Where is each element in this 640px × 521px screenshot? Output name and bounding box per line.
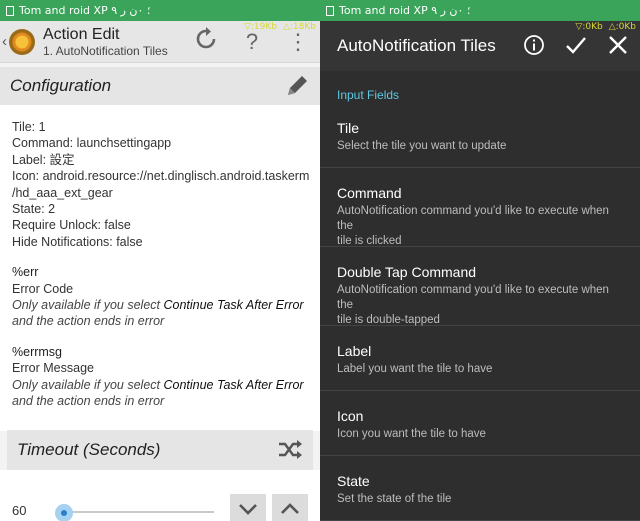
configuration-title: Configuration bbox=[10, 76, 112, 95]
refresh-icon[interactable] bbox=[194, 27, 218, 57]
config-lines: Tile: 1 Command: launchsettingapp Label:… bbox=[12, 119, 310, 250]
field-command[interactable]: Command AutoNotification command you'd l… bbox=[320, 168, 640, 247]
variable-note: Only available if you select Continue Ta… bbox=[12, 297, 308, 313]
app-bar-actions bbox=[522, 33, 630, 57]
note-emphasis: Continue Task After Error bbox=[163, 377, 304, 392]
info-icon[interactable] bbox=[522, 33, 546, 57]
timeout-slider-track[interactable] bbox=[64, 511, 214, 513]
variable-errmsg: %errmsg Error Message Only available if … bbox=[12, 344, 308, 410]
field-state[interactable]: State Set the state of the tile bbox=[320, 456, 640, 521]
variable-note: Only available if you select Continue Ta… bbox=[12, 377, 308, 393]
field-desc: Set the state of the tile bbox=[337, 493, 452, 505]
back-arrow-icon[interactable]: ‹ bbox=[2, 33, 7, 50]
config-line: Icon: android.resource://net.dinglisch.a… bbox=[12, 169, 310, 184]
status-text: Tom and roid XP ۹ ؛ ٠ن ر bbox=[339, 4, 471, 17]
page-title: AutoNotification Tiles bbox=[337, 36, 496, 55]
upload-speed: △:0Kb bbox=[608, 22, 636, 32]
overflow-menu-icon[interactable]: ⋮ bbox=[286, 29, 310, 55]
field-desc: AutoNotification command you'd like to e… bbox=[337, 283, 623, 328]
config-line: Tile: 1 bbox=[12, 120, 46, 134]
field-title: Command bbox=[337, 185, 402, 201]
chevron-up-icon bbox=[281, 503, 299, 514]
timeout-title: Timeout (Seconds) bbox=[17, 440, 161, 459]
field-desc-line: AutoNotification command you'd like to e… bbox=[337, 205, 609, 232]
field-tile[interactable]: Tile Select the tile you want to update bbox=[320, 113, 640, 168]
timeout-controls: 60 bbox=[0, 470, 320, 521]
note-text: Only available if you select bbox=[12, 298, 164, 313]
timeout-increment-button[interactable] bbox=[272, 494, 308, 521]
variable-desc: Error Code bbox=[12, 281, 74, 296]
action-edit-pane: Tom and roid XP ۹ ؛ ٠ن ر ▽:19Kb △:18Kb ‹… bbox=[0, 0, 320, 521]
network-speed: ▽:19Kb △:18Kb bbox=[244, 22, 316, 32]
field-desc-line: tile is double-tapped bbox=[337, 314, 440, 326]
shuffle-icon[interactable] bbox=[277, 437, 303, 463]
status-bar: Tom and roid XP ۹ ؛ ٠ن ر bbox=[320, 0, 640, 21]
timeout-header: Timeout (Seconds) bbox=[7, 430, 313, 470]
note-text: Only available if you select bbox=[12, 377, 164, 392]
field-desc-line: tile is clicked bbox=[337, 235, 402, 247]
field-title: State bbox=[337, 473, 370, 489]
field-desc: Label you want the tile to have bbox=[337, 363, 493, 375]
config-line: Command: launchsettingapp bbox=[12, 136, 172, 151]
page-title: Action Edit bbox=[43, 25, 120, 43]
download-speed: ▽:19Kb bbox=[243, 22, 277, 32]
field-desc: Select the tile you want to update bbox=[337, 140, 507, 152]
variable-err: %err Error Code Only available if you se… bbox=[12, 264, 308, 330]
screenshot-split: Tom and roid XP ۹ ؛ ٠ن ر ▽:19Kb △:18Kb ‹… bbox=[0, 0, 640, 521]
field-desc-line: AutoNotification command you'd like to e… bbox=[337, 284, 609, 311]
tasker-app-icon[interactable] bbox=[9, 28, 35, 55]
timeout-slider-thumb[interactable] bbox=[55, 504, 73, 521]
download-speed: ▽:0Kb bbox=[575, 22, 603, 32]
field-double-tap-command[interactable]: Double Tap Command AutoNotification comm… bbox=[320, 247, 640, 326]
upload-speed: △:18Kb bbox=[282, 22, 316, 32]
note-emphasis: Continue Task After Error bbox=[163, 298, 304, 313]
chevron-down-icon bbox=[239, 504, 257, 515]
notification-icon bbox=[326, 5, 334, 16]
field-desc: Icon you want the tile to have bbox=[337, 428, 486, 440]
timeout-decrement-button[interactable] bbox=[230, 494, 266, 521]
config-line: Require Unlock: false bbox=[12, 218, 131, 233]
configuration-body: Tile: 1 Command: launchsettingapp Label:… bbox=[0, 105, 320, 431]
status-bar: Tom and roid XP ۹ ؛ ٠ن ر bbox=[0, 0, 320, 21]
field-icon[interactable]: Icon Icon you want the tile to have bbox=[320, 391, 640, 456]
app-bar-titles: Action Edit 1. AutoNotification Tiles bbox=[43, 26, 168, 58]
close-icon[interactable] bbox=[606, 33, 630, 57]
field-desc: AutoNotification command you'd like to e… bbox=[337, 204, 623, 249]
field-title: Tile bbox=[337, 120, 360, 136]
field-title: Label bbox=[337, 343, 372, 359]
page-subtitle: 1. AutoNotification Tiles bbox=[43, 43, 168, 58]
variable-desc: Error Message bbox=[12, 361, 94, 376]
config-line: Hide Notifications: false bbox=[12, 234, 143, 249]
status-text: Tom and roid XP ۹ ؛ ٠ن ر bbox=[19, 4, 151, 17]
field-title: Icon bbox=[337, 408, 364, 424]
variable-name: %errmsg bbox=[12, 344, 63, 359]
field-title: Double Tap Command bbox=[337, 264, 477, 280]
config-line: Label: 設定 bbox=[12, 152, 75, 167]
timeout-value: 60 bbox=[12, 503, 27, 518]
field-label[interactable]: Label Label you want the tile to have bbox=[320, 326, 640, 391]
variable-note-cont: and the action ends in error bbox=[12, 314, 165, 329]
config-line: State: 2 bbox=[12, 202, 56, 217]
config-line: /hd_aaa_ext_gear bbox=[12, 185, 113, 200]
check-icon[interactable] bbox=[564, 33, 588, 57]
autonotification-pane: Tom and roid XP ۹ ؛ ٠ن ر ▽:0Kb △:0Kb Aut… bbox=[320, 0, 640, 521]
notification-icon bbox=[6, 5, 14, 16]
configuration-header: Configuration bbox=[0, 67, 320, 105]
variable-note-cont: and the action ends in error bbox=[12, 394, 165, 409]
help-icon[interactable]: ? bbox=[240, 29, 264, 55]
variable-name: %err bbox=[12, 265, 39, 280]
input-fields-header: Input Fields bbox=[337, 88, 400, 102]
pencil-icon[interactable] bbox=[284, 73, 310, 99]
network-speed: ▽:0Kb △:0Kb bbox=[575, 22, 636, 32]
